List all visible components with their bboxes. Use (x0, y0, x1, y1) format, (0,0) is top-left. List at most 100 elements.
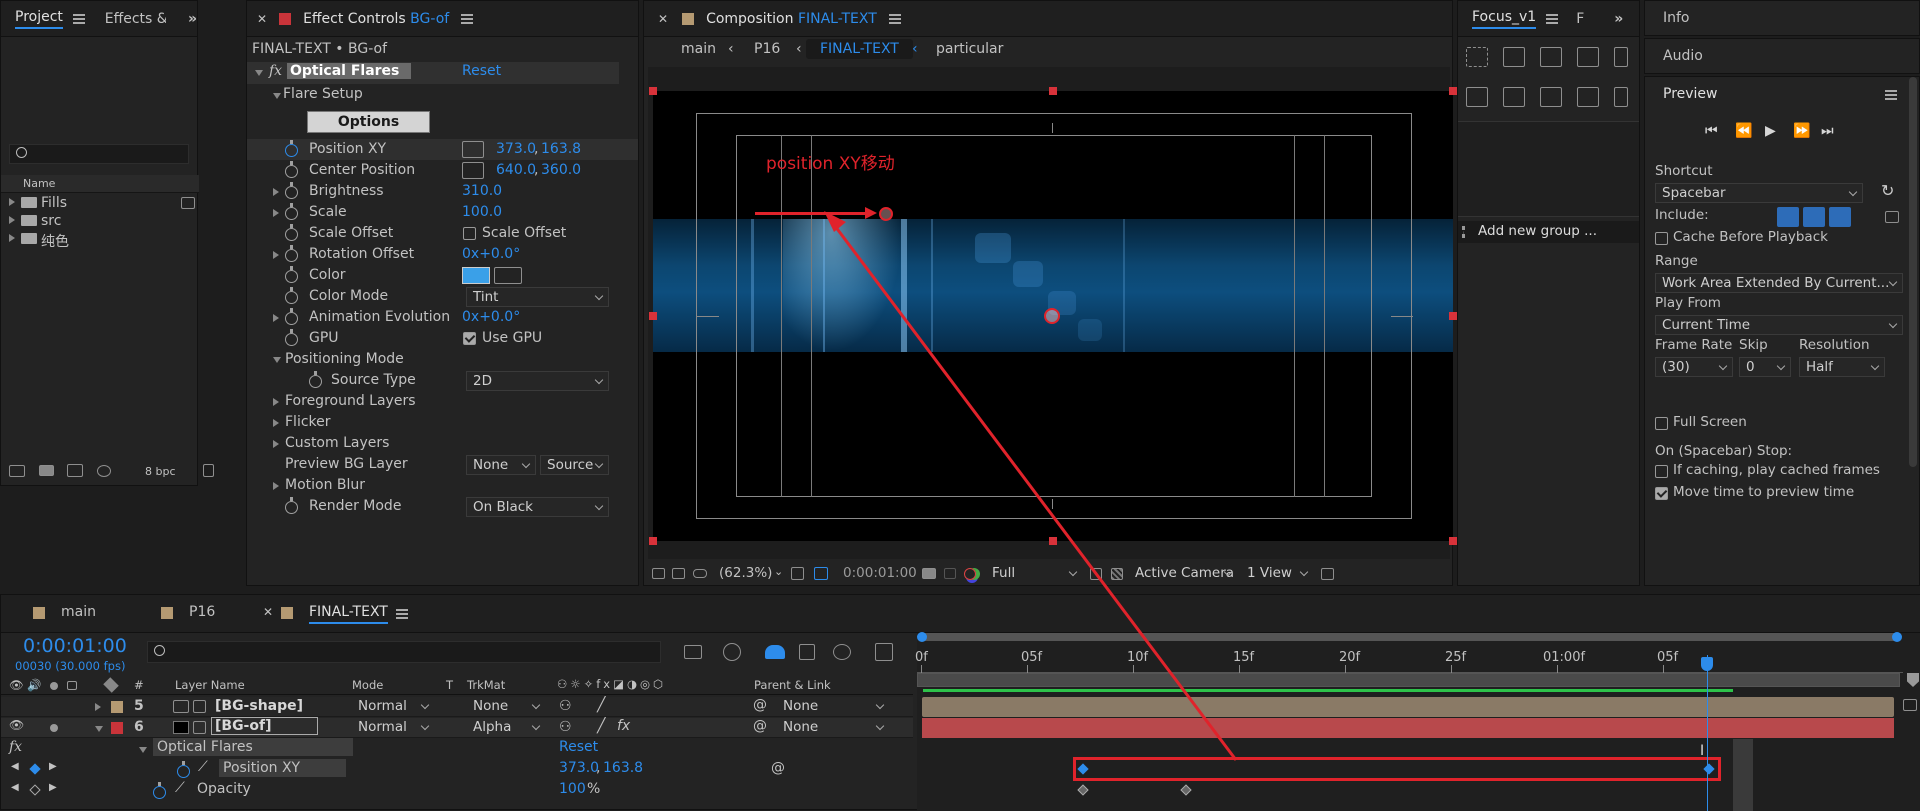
expand-icon[interactable] (273, 209, 279, 217)
stopwatch-icon[interactable] (285, 329, 298, 346)
prop-value-x[interactable]: 373.0 (559, 760, 599, 776)
project-settings-icon[interactable] (97, 465, 111, 477)
tab-focus[interactable]: Focus_v1 (1472, 9, 1537, 29)
transparency-grid-icon[interactable] (1111, 568, 1123, 580)
prop-value[interactable]: 310.0 (462, 183, 502, 199)
expand-icon[interactable] (273, 482, 279, 490)
prop-color-mode[interactable]: Color Mode Tint (247, 286, 638, 307)
comp-marker-icon[interactable] (1907, 673, 1919, 687)
flowchart-icon[interactable] (181, 197, 195, 209)
timeline-search-input[interactable] (147, 641, 661, 663)
stopwatch-icon[interactable] (285, 203, 298, 220)
first-frame-icon[interactable]: ⏮ (1705, 123, 1718, 139)
play-icon[interactable]: ▶ (1765, 123, 1776, 139)
stopwatch-icon[interactable] (285, 182, 298, 199)
layer-trkmat-select[interactable]: Alpha (467, 718, 545, 738)
flag-icon[interactable] (1540, 87, 1562, 107)
move-time-checkbox[interactable] (1655, 487, 1668, 500)
selection-handle[interactable] (1449, 312, 1457, 320)
prop-value-y[interactable]: 163.8 (541, 141, 581, 157)
color-mode-select[interactable]: Tint (466, 287, 609, 307)
layer-label-swatch[interactable] (111, 722, 123, 734)
effect-name[interactable]: Optical Flares (153, 738, 353, 756)
previous-frame-icon[interactable]: ⏪ (1735, 123, 1752, 139)
stopwatch-icon[interactable] (285, 161, 298, 178)
effect-header[interactable]: fx Optical Flares Reset (247, 62, 619, 84)
project-search-input[interactable] (9, 144, 189, 164)
last-frame-icon[interactable]: ⏭ (1821, 123, 1834, 139)
effect-name[interactable]: Optical Flares (287, 63, 412, 79)
stopwatch-icon[interactable] (177, 761, 190, 778)
align-left-icon[interactable] (1503, 47, 1525, 67)
layer-name[interactable]: [BG-shape] (215, 698, 303, 714)
column-name[interactable]: Name (23, 177, 55, 190)
custom-layers-group[interactable]: Custom Layers (247, 433, 638, 454)
flicker-group[interactable]: Flicker (247, 412, 638, 433)
stopwatch-icon[interactable] (285, 266, 298, 283)
frame-rate-select[interactable]: (30) (1655, 357, 1733, 377)
cache-before-playback-checkbox[interactable] (1655, 232, 1668, 245)
comment-icon[interactable] (1466, 87, 1488, 107)
prev-keyframe-icon[interactable]: ◀ (11, 761, 19, 772)
effect-expand-icon[interactable] (139, 747, 147, 757)
close-icon[interactable]: ✕ (263, 605, 273, 619)
pickwhip-icon[interactable]: @ (753, 718, 767, 734)
effect-reset-link[interactable]: Reset (462, 63, 501, 79)
expand-icon[interactable] (273, 188, 279, 196)
flag-icon[interactable] (1503, 87, 1525, 107)
positioning-mode-group[interactable]: Positioning Mode (247, 349, 638, 370)
stopwatch-icon[interactable] (153, 782, 166, 799)
stopwatch-icon[interactable] (285, 287, 298, 304)
effect-row[interactable]: fx Optical Flares Reset (1, 738, 913, 759)
foreground-layers-group[interactable]: Foreground Layers (247, 391, 638, 412)
flare-setup-expand-icon[interactable] (273, 93, 281, 103)
expand-icon[interactable] (273, 251, 279, 259)
preview-bg-layer[interactable]: Preview BG Layer None Source (247, 454, 638, 475)
opacity-value[interactable]: 100 (559, 781, 586, 797)
prop-value-x[interactable]: 373.0 (496, 141, 536, 157)
comp-button-icon[interactable] (1903, 699, 1917, 711)
layer-name[interactable]: [BG-of] (211, 717, 319, 735)
snapshot-icon[interactable] (922, 568, 936, 579)
effect-reset-link[interactable]: Reset (559, 739, 598, 755)
timeline-tab-final-text[interactable]: FINAL-TEXT (309, 604, 388, 624)
prop-scale[interactable]: Scale 100.0 (247, 202, 638, 223)
reset-icon[interactable]: ↻ (1881, 181, 1894, 200)
navigator-end-handle[interactable] (1892, 632, 1902, 642)
prop-color[interactable]: Color (247, 265, 638, 286)
fx-switch-icon[interactable]: fx (617, 718, 630, 734)
expand-icon[interactable] (9, 234, 15, 242)
crosshair-icon[interactable] (462, 162, 484, 179)
prop-animation-evolution[interactable]: Animation Evolution 0x+0.0° (247, 307, 638, 328)
motion-blur-group[interactable]: Motion Blur (247, 475, 638, 496)
audio-panel-title[interactable]: Audio (1663, 48, 1703, 64)
align-right-icon[interactable] (1614, 47, 1628, 67)
effect-lock-icon[interactable] (279, 12, 292, 25)
new-composition-icon[interactable] (67, 464, 83, 477)
prop-gpu[interactable]: GPU Use GPU (247, 328, 638, 349)
align-icon[interactable] (1466, 47, 1488, 67)
next-keyframe-icon[interactable]: ▶ (49, 782, 57, 793)
keyframe-toggle-icon[interactable] (29, 763, 41, 775)
show-snapshot-icon[interactable] (944, 568, 956, 579)
layer-trkmat-select[interactable]: None (467, 697, 545, 717)
preview-menu-icon[interactable] (1885, 90, 1897, 100)
pickwhip-icon[interactable]: @ (753, 697, 767, 713)
layer-mode-select[interactable]: Normal (352, 697, 434, 717)
selection-handle[interactable] (649, 87, 657, 95)
preview-scrollbar[interactable] (1909, 77, 1917, 467)
playhead-handle[interactable] (1701, 657, 1713, 671)
options-button[interactable]: Options (307, 111, 430, 133)
color-swatch[interactable] (462, 267, 490, 284)
solo-dot-icon[interactable] (50, 724, 58, 732)
interpret-footage-icon[interactable] (9, 465, 25, 477)
views-select[interactable]: 1 View (1241, 564, 1313, 584)
tab-effect-controls[interactable]: Effect Controls BG-of (303, 11, 449, 27)
distribute-icon[interactable] (1540, 47, 1562, 67)
time-navigator[interactable] (917, 632, 1902, 642)
next-keyframe-icon[interactable]: ▶ (49, 761, 57, 772)
crumb-p16[interactable]: P16 (754, 41, 780, 57)
include-overlays-icon[interactable] (1829, 207, 1851, 227)
always-preview-icon[interactable] (652, 568, 665, 579)
add-group-row[interactable]: Add new group ... (1458, 221, 1639, 243)
